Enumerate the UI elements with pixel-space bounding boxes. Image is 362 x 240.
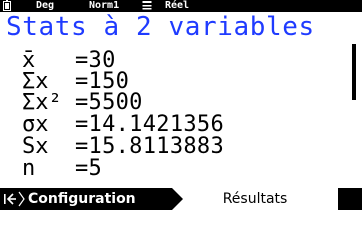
tab-configuration[interactable]: Configuration	[28, 188, 136, 210]
result-label: n	[22, 156, 36, 181]
scrollbar[interactable]	[352, 44, 356, 100]
back-to-start-icon[interactable]	[3, 191, 17, 207]
result-value: =5500	[75, 90, 143, 115]
page-title: Stats à 2 variables	[6, 12, 315, 42]
result-label: Σx²	[22, 90, 62, 115]
tab-results-label: Résultats	[222, 191, 288, 207]
result-label: σx	[22, 112, 49, 137]
tab-results[interactable]: Résultats	[172, 188, 338, 210]
result-label: Sx	[22, 134, 49, 159]
calculator-screen: Deg Norm1 Réel Stats à 2 variables x̄ =3…	[0, 0, 362, 210]
result-value: =5	[75, 156, 103, 181]
tab-bar: Configuration Résultats	[0, 188, 362, 210]
result-value: =14.1421356	[75, 112, 224, 137]
result-value: =15.8113883	[75, 134, 224, 159]
chevron-right-icon	[18, 191, 26, 207]
